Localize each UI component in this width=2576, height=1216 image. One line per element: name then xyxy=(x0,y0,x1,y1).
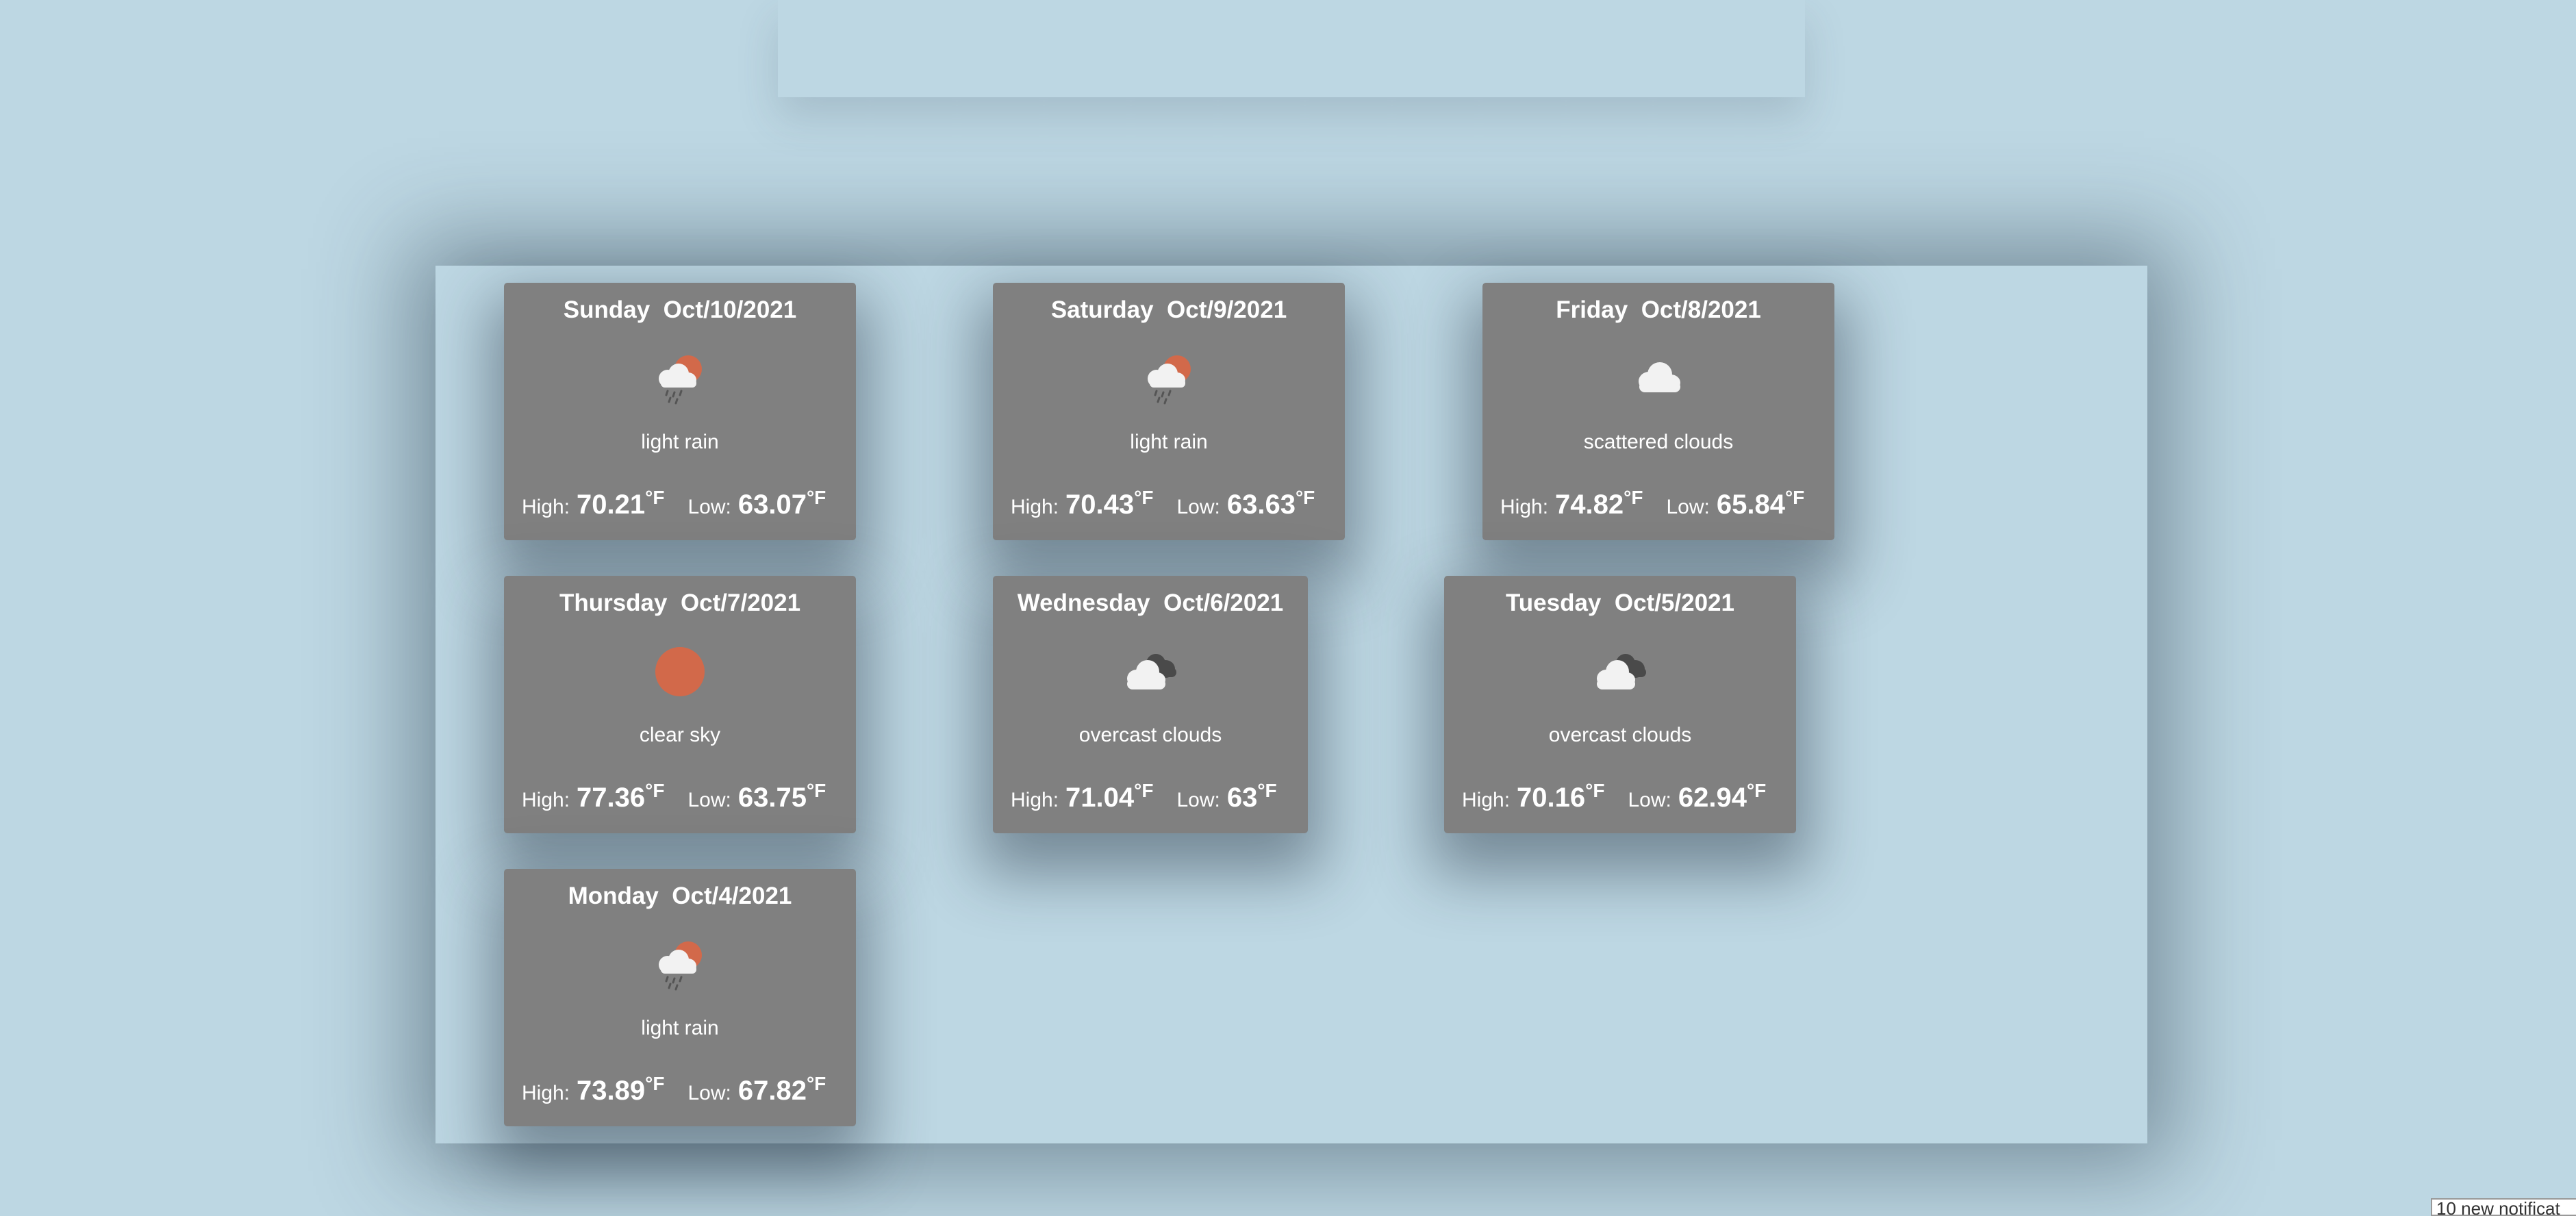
temperature-range: High: 77.36°F Low: 63.75°F xyxy=(522,780,826,813)
temperature-range: High: 73.89°F Low: 67.82°F xyxy=(522,1073,826,1106)
high-temp: 70.43 xyxy=(1065,490,1135,520)
forecast-card-saturday[interactable]: Saturday Oct/9/2021 light rain High: 70.4… xyxy=(993,283,1345,540)
overcast-clouds-icon xyxy=(1127,654,1176,689)
temperature-range: High: 70.21°F Low: 63.07°F xyxy=(522,487,826,520)
weather-description: light rain xyxy=(641,1017,719,1039)
temp-unit: °F xyxy=(645,487,665,508)
low-temp: 62.94 xyxy=(1678,783,1747,813)
low-temp: 63.63 xyxy=(1226,490,1296,520)
high-label: High: xyxy=(522,789,570,811)
high-temp: 71.04 xyxy=(1065,783,1135,813)
card-title: Saturday Oct/9/2021 xyxy=(1050,296,1287,323)
forecast-card-friday[interactable]: Friday Oct/8/2021 scattered clouds High:… xyxy=(1482,283,1834,540)
temp-unit: °F xyxy=(1295,487,1315,508)
high-label: High: xyxy=(1462,789,1511,811)
card-title: Wednesday Oct/6/2021 xyxy=(1017,590,1284,616)
low-temp: 65.84 xyxy=(1716,490,1785,520)
low-label: Low: xyxy=(1176,496,1220,518)
light-rain-icon xyxy=(1148,355,1191,405)
temp-unit: °F xyxy=(645,1073,665,1094)
light-rain-icon xyxy=(659,355,702,405)
temp-unit: °F xyxy=(1746,780,1767,801)
light-rain-icon xyxy=(659,941,702,991)
temp-unit: °F xyxy=(1134,487,1154,508)
temp-unit: °F xyxy=(1134,780,1154,801)
high-temp: 70.21 xyxy=(577,490,646,520)
clear-sky-icon xyxy=(655,647,705,696)
low-temp: 63.75 xyxy=(737,783,807,813)
forecast-card-sunday[interactable]: Sunday Oct/10/2021 light rain High: 70.21… xyxy=(504,283,856,540)
notification-badge[interactable]: 10 new notificat xyxy=(2431,1198,2576,1216)
low-label: Low: xyxy=(1628,789,1671,811)
high-label: High: xyxy=(522,1082,570,1104)
temp-unit: °F xyxy=(806,780,826,801)
weather-description: light rain xyxy=(641,431,719,453)
card-title: Monday Oct/4/2021 xyxy=(568,883,792,909)
card-title: Friday Oct/8/2021 xyxy=(1556,296,1761,323)
forecast-card-tuesday[interactable]: Tuesday Oct/5/2021 overcast clouds High:… xyxy=(1444,576,1796,833)
temp-unit: °F xyxy=(806,1073,826,1094)
card-title: Tuesday Oct/5/2021 xyxy=(1506,590,1734,616)
high-label: High: xyxy=(522,496,570,518)
top-panel xyxy=(778,0,1805,97)
low-label: Low: xyxy=(687,1082,731,1104)
weather-description: light rain xyxy=(1130,431,1208,453)
forecast-card-monday[interactable]: Monday Oct/4/2021 light rain High: 73.89°… xyxy=(504,869,856,1126)
high-label: High: xyxy=(1011,789,1059,811)
scattered-clouds-icon xyxy=(1639,362,1680,392)
temperature-range: High: 70.43°F Low: 63.63°F xyxy=(1011,487,1315,520)
high-label: High: xyxy=(1011,496,1059,518)
low-label: Low: xyxy=(1666,496,1710,518)
temp-unit: °F xyxy=(645,780,665,801)
low-temp: 63.07 xyxy=(737,490,807,520)
card-title: Sunday Oct/10/2021 xyxy=(563,296,797,323)
overcast-clouds-icon xyxy=(1597,654,1646,689)
forecast-card-thursday[interactable]: Thursday Oct/7/2021 clear sky High: 77.36… xyxy=(504,576,856,833)
card-title: Thursday Oct/7/2021 xyxy=(559,590,801,616)
low-label: Low: xyxy=(1176,789,1220,811)
low-label: Low: xyxy=(687,496,731,518)
weather-description: scattered clouds xyxy=(1583,431,1734,453)
temp-unit: °F xyxy=(1624,487,1643,508)
temp-unit: °F xyxy=(806,487,826,508)
temp-unit: °F xyxy=(1784,487,1805,508)
low-temp: 63 xyxy=(1226,783,1258,813)
high-temp: 73.89 xyxy=(577,1076,646,1106)
temperature-range: High: 71.04°F Low: 63°F xyxy=(1011,780,1277,813)
low-temp: 67.82 xyxy=(737,1076,807,1106)
temperature-range: High: 70.16°F Low: 62.94°F xyxy=(1462,780,1766,813)
high-temp: 70.16 xyxy=(1517,783,1586,813)
high-label: High: xyxy=(1500,496,1549,518)
temp-unit: °F xyxy=(1585,780,1605,801)
low-label: Low: xyxy=(687,789,731,811)
temp-unit: °F xyxy=(1257,780,1277,801)
weather-description: overcast clouds xyxy=(1548,724,1692,746)
weather-description: clear sky xyxy=(639,724,721,746)
forecast-card-wednesday[interactable]: Wednesday Oct/6/2021 overcast clouds Hig… xyxy=(993,576,1308,833)
high-temp: 77.36 xyxy=(577,783,646,813)
temperature-range: High: 74.82°F Low: 65.84°F xyxy=(1500,487,1804,520)
high-temp: 74.82 xyxy=(1555,490,1624,520)
weather-description: overcast clouds xyxy=(1078,724,1222,746)
